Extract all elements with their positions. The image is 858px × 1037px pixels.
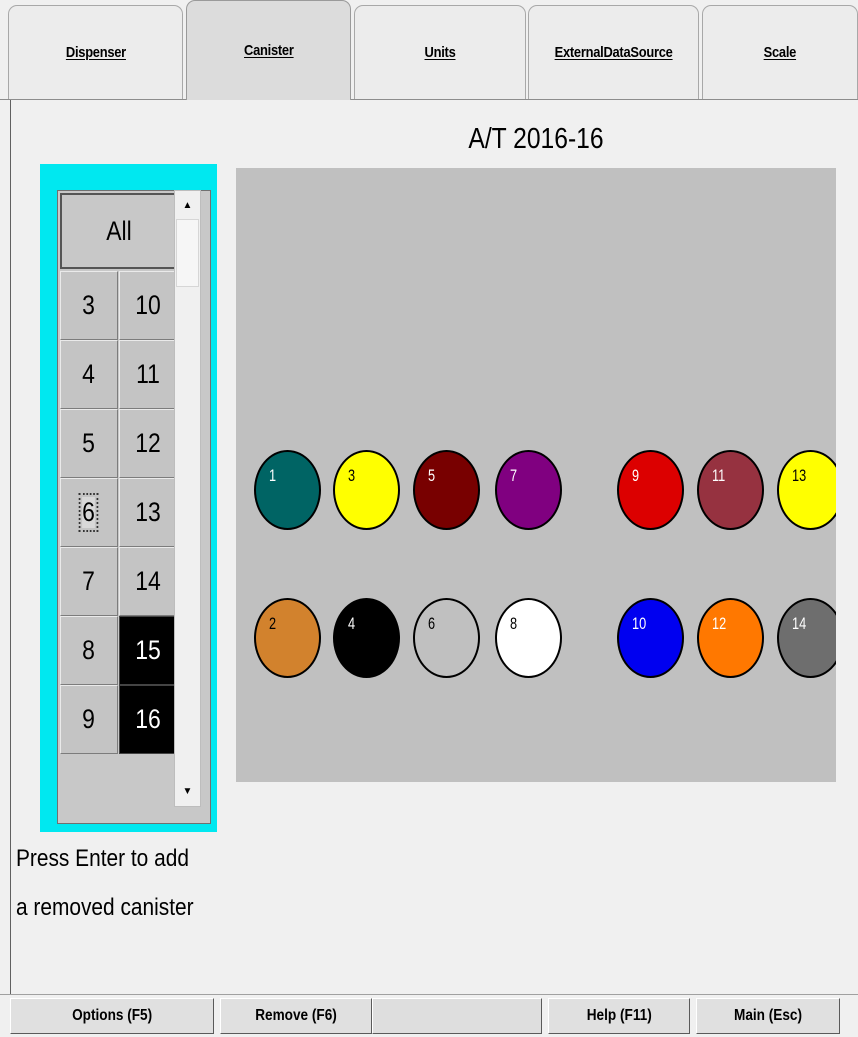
canister-list-item-label: 11	[136, 359, 161, 389]
tab-external-data-source-label: ExternalDataSource	[554, 44, 673, 61]
canister-list-item[interactable]: 13	[119, 478, 178, 547]
blank-button-slot	[372, 998, 542, 1034]
scroll-up-button[interactable]: ▲	[176, 192, 199, 219]
canister-list-item[interactable]: 15	[119, 616, 178, 685]
canister-list-item-label: 8	[82, 635, 96, 665]
canister-list-item[interactable]: 6	[60, 478, 118, 547]
unit-title: A/T 2016-16	[468, 123, 604, 155]
canister-list-item-label: 9	[82, 704, 96, 734]
canister-slot[interactable]: 2	[254, 598, 321, 678]
canister-list-scrollbar[interactable]: ▲ ▼	[174, 190, 201, 807]
canister-slot[interactable]: 11	[697, 450, 764, 530]
tab-units-label: Units	[424, 44, 456, 61]
canister-list-item-label: 6	[79, 493, 99, 532]
tab-dispenser[interactable]: Dispenser	[8, 5, 183, 99]
hint-line-1: Press Enter to add	[16, 845, 189, 872]
canister-slot[interactable]: 10	[617, 598, 684, 678]
canister-list-item[interactable]: 14	[119, 547, 178, 616]
canister-number: 11	[712, 466, 726, 485]
tab-canister-label: Canister	[243, 42, 294, 59]
canister-layout-canvas: 1 3 5 7 9 11 13 2 4 6 8 10 12 14	[236, 168, 836, 782]
tab-units[interactable]: Units	[354, 5, 526, 99]
canister-number: 13	[792, 466, 807, 485]
canister-all-label: All	[106, 215, 132, 246]
canister-slot[interactable]: 3	[333, 450, 400, 530]
canister-slot[interactable]: 14	[777, 598, 836, 678]
button-bar: Options (F5) Remove (F6) Help (F11) Main…	[0, 994, 858, 1037]
canister-number: 5	[428, 466, 436, 485]
canister-slot[interactable]: 5	[413, 450, 480, 530]
help-button-label: Help (F11)	[586, 1007, 652, 1024]
scroll-down-button[interactable]: ▼	[176, 778, 199, 805]
window-edge	[10, 100, 11, 1030]
canister-number: 4	[348, 614, 356, 633]
main-button[interactable]: Main (Esc)	[696, 998, 840, 1034]
canister-list-item-label: 7	[82, 566, 96, 596]
canister-slot[interactable]: 6	[413, 598, 480, 678]
tab-scale[interactable]: Scale	[702, 5, 858, 99]
canister-list-item-label: 14	[135, 566, 162, 596]
canister-number: 9	[632, 466, 640, 485]
canister-number: 3	[348, 466, 356, 485]
canister-slot[interactable]: 13	[777, 450, 836, 530]
options-button[interactable]: Options (F5)	[10, 998, 214, 1034]
scroll-thumb[interactable]	[176, 219, 199, 287]
canister-list-item[interactable]: 16	[119, 685, 178, 754]
remove-button-label: Remove (F6)	[255, 1007, 337, 1024]
canister-list-item[interactable]: 3	[60, 271, 118, 340]
canister-list-item-label: 5	[82, 428, 96, 458]
canister-list-item-label: 16	[135, 704, 162, 734]
canister-list-item[interactable]: 9	[60, 685, 118, 754]
canister-list-item[interactable]: 4	[60, 340, 118, 409]
main-button-label: Main (Esc)	[733, 1007, 802, 1024]
canister-slot[interactable]: 4	[333, 598, 400, 678]
canister-number: 8	[510, 614, 518, 633]
canister-list-item-label: 3	[82, 290, 96, 320]
canister-slot[interactable]: 12	[697, 598, 764, 678]
canister-number: 1	[269, 466, 277, 485]
canister-list-item[interactable]: 10	[119, 271, 178, 340]
tab-external-data-source[interactable]: ExternalDataSource	[528, 5, 699, 99]
canister-number: 12	[712, 614, 727, 633]
canister-number: 2	[269, 614, 277, 633]
tab-dispenser-label: Dispenser	[65, 44, 126, 61]
canister-number: 14	[792, 614, 807, 633]
canister-number: 7	[510, 466, 518, 485]
canister-list-item-label: 13	[135, 497, 162, 527]
canister-number: 6	[428, 614, 436, 633]
canister-list-item[interactable]: 8	[60, 616, 118, 685]
arrow-down-icon: ▼	[182, 786, 193, 797]
arrow-up-icon: ▲	[182, 200, 193, 211]
tab-bar: Dispenser Canister Units ExternalDataSou…	[0, 0, 858, 100]
remove-button[interactable]: Remove (F6)	[220, 998, 372, 1034]
canister-all-button[interactable]: All	[60, 193, 178, 269]
canister-list-item[interactable]: 12	[119, 409, 178, 478]
canister-list-item[interactable]: 11	[119, 340, 178, 409]
canister-slot[interactable]: 1	[254, 450, 321, 530]
canister-slot[interactable]: 8	[495, 598, 562, 678]
tab-scale-label: Scale	[763, 44, 797, 61]
canister-list-item-label: 4	[82, 359, 96, 389]
canister-list-item[interactable]: 5	[60, 409, 118, 478]
tab-canister[interactable]: Canister	[186, 0, 351, 100]
canister-list-item-label: 12	[135, 428, 162, 458]
tab-divider	[0, 99, 858, 100]
options-button-label: Options (F5)	[71, 1007, 153, 1024]
canister-list-item[interactable]: 7	[60, 547, 118, 616]
canister-list-item-label: 10	[135, 290, 162, 320]
canister-slot[interactable]: 9	[617, 450, 684, 530]
canister-number: 10	[632, 614, 647, 633]
canister-slot[interactable]: 7	[495, 450, 562, 530]
canister-list-item-label: 15	[135, 635, 162, 665]
help-button[interactable]: Help (F11)	[548, 998, 690, 1034]
hint-line-2: a removed canister	[16, 894, 194, 921]
